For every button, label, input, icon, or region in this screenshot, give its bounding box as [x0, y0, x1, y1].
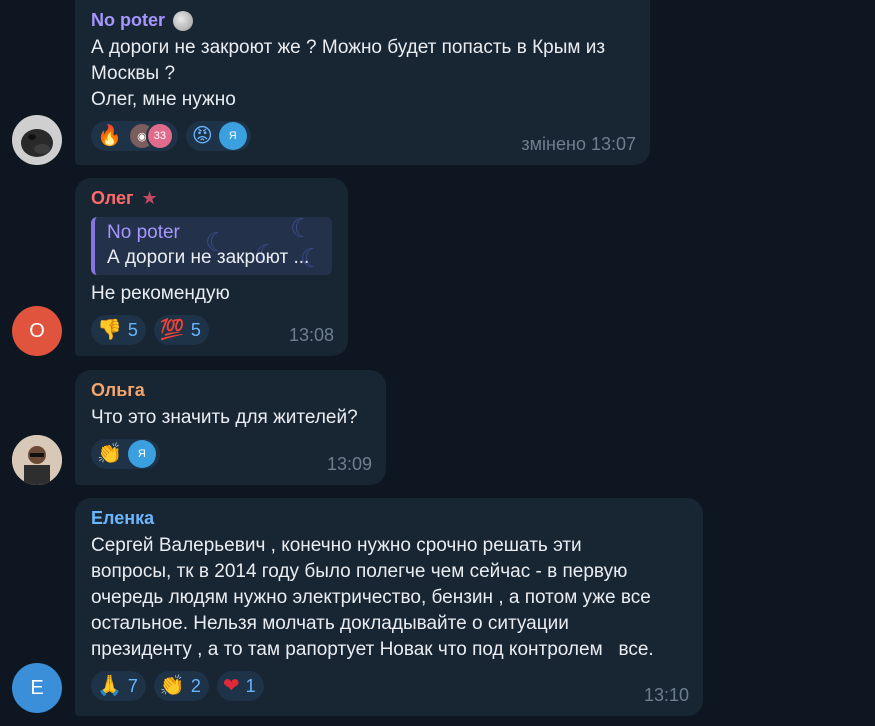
message-text: Сергей Валерьевич , конечно нужно срочно… — [91, 535, 654, 660]
message-text: А дороги не закроют же ? Можно будет поп… — [91, 37, 606, 110]
reply-text: А дороги не закроют ... — [107, 247, 310, 268]
reaction-fire[interactable]: 🔥 ◉ 33 — [91, 121, 178, 151]
avatar[interactable]: Е — [12, 663, 62, 713]
reactor-avatar: 33 — [145, 122, 174, 150]
heart-icon: ❤ — [222, 675, 240, 697]
message-bubble[interactable]: Ольга Что это значить для жителей? 👏 Я 1… — [75, 370, 386, 485]
avatar[interactable] — [12, 115, 62, 165]
message-bubble[interactable]: Еленка Сергей Валерьевич , конечно нужно… — [75, 498, 703, 716]
hundred-points-icon: 💯 — [159, 319, 185, 341]
reaction-count: 5 — [127, 319, 138, 340]
message-time: 13:08 — [288, 325, 334, 345]
reaction-count: 2 — [190, 675, 201, 696]
moon-icon — [173, 10, 193, 31]
reaction-pray[interactable]: 🙏 7 — [91, 671, 146, 701]
message-bubble[interactable]: No poter А дороги не закроют же ? Можно … — [75, 0, 650, 165]
star-icon: ★ — [141, 188, 158, 208]
reactions: 🙏 7 👏 2 ❤ 1 — [91, 671, 687, 701]
sender-name[interactable]: Олег ★ — [91, 188, 332, 209]
reaction-clap[interactable]: 👏 Я — [91, 439, 160, 469]
thumbs-down-icon: 👎 — [97, 319, 122, 341]
clapping-hands-icon: 👏 — [97, 443, 122, 465]
message-text: Что это значить для жителей? — [91, 407, 358, 428]
fire-icon: 🔥 — [97, 125, 122, 147]
reaction-count: 7 — [127, 675, 138, 696]
reactor-avatars: ◉ 33 — [127, 122, 174, 150]
avatar[interactable]: О — [12, 306, 62, 356]
dog-avatar-icon — [12, 115, 62, 165]
message-bubble[interactable]: Олег ★ ☾ ☾ ☾ ☾ No poter А дороги не закр… — [75, 178, 348, 356]
sender-name[interactable]: No poter — [91, 10, 634, 31]
reaction-heart[interactable]: ❤ 1 — [216, 671, 264, 701]
reaction-count: 5 — [190, 319, 201, 340]
angry-face-icon: 😡 — [191, 125, 213, 147]
reaction-hundred[interactable]: 💯 5 — [153, 315, 209, 345]
message-time: змінено 13:07 — [521, 134, 636, 154]
reaction-clap[interactable]: 👏 2 — [153, 671, 209, 701]
message-time: 13:10 — [643, 685, 689, 705]
reaction-count: 1 — [245, 675, 256, 696]
reply-sender: No poter — [107, 222, 180, 243]
reactor-avatar: Я — [218, 122, 247, 150]
avatar[interactable] — [12, 435, 62, 485]
reaction-angry[interactable]: 😡 Я — [185, 121, 251, 151]
sender-name[interactable]: Ольга — [91, 380, 370, 401]
reactor-avatar: Я — [127, 440, 156, 468]
clapping-hands-icon: 👏 — [159, 675, 185, 697]
message-text: Не рекомендую — [91, 283, 230, 304]
message-time: 13:09 — [326, 454, 372, 474]
reply-quote[interactable]: ☾ ☾ ☾ ☾ No poter А дороги не закроют ... — [91, 217, 332, 275]
person-avatar-icon — [12, 435, 62, 485]
reaction-thumbs-down[interactable]: 👎 5 — [91, 315, 146, 345]
sender-name[interactable]: Еленка — [91, 508, 687, 529]
folded-hands-icon: 🙏 — [97, 675, 122, 697]
